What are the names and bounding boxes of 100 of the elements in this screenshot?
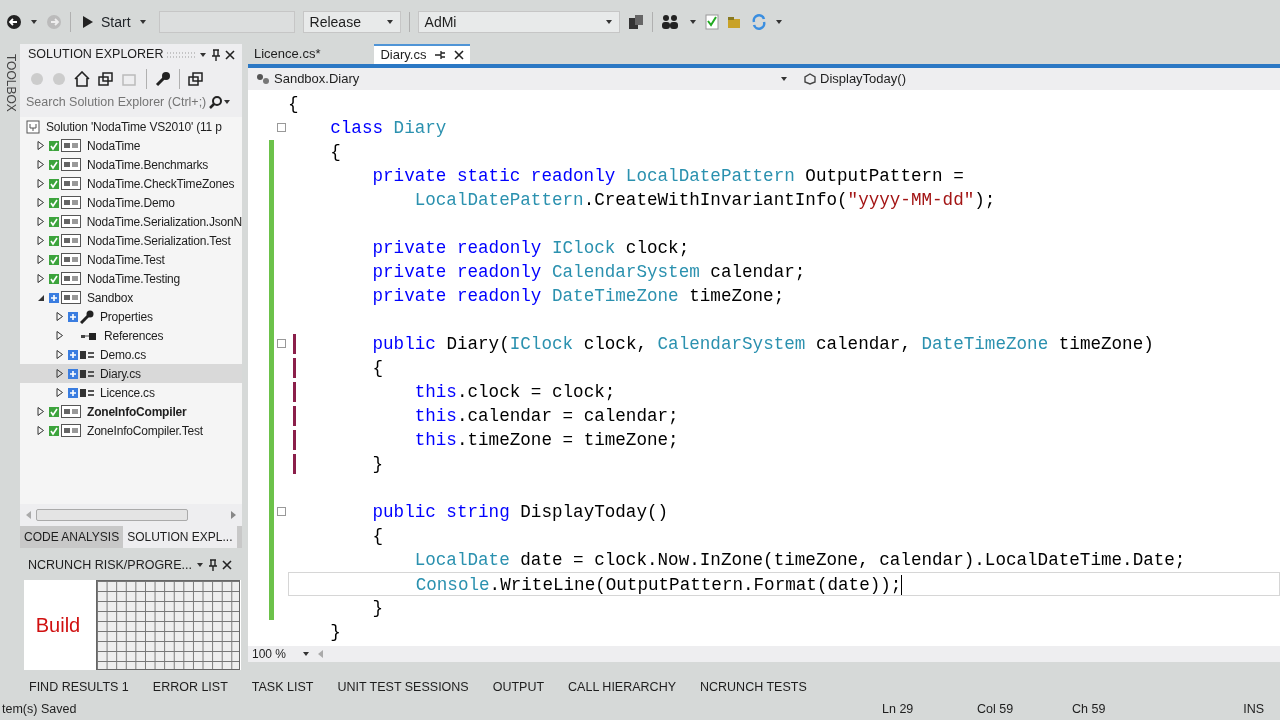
configuration-combo[interactable]: Release	[302, 11, 401, 33]
collapsed-arrow-icon[interactable]	[56, 369, 64, 378]
status-column: Col 59	[977, 699, 1072, 719]
collapsed-arrow-icon[interactable]	[37, 160, 45, 169]
tool-window-tab[interactable]: FIND RESULTS 1	[29, 677, 129, 697]
tree-item[interactable]: NodaTime	[20, 136, 242, 155]
windows-icon[interactable]	[98, 71, 114, 86]
code-line: this.calendar = calendar;	[413, 405, 679, 428]
collapsed-arrow-icon[interactable]	[56, 388, 64, 397]
play-icon	[83, 16, 93, 28]
close-icon[interactable]	[225, 49, 236, 60]
caret-icon	[302, 650, 311, 658]
tree-item[interactable]: Diary.cs	[20, 364, 242, 383]
collapsed-arrow-icon[interactable]	[56, 350, 64, 359]
tree-item[interactable]: NodaTime.Test	[20, 250, 242, 269]
platform-combo[interactable]: AdMi	[417, 11, 620, 33]
code-line: this.timeZone = timeZone;	[413, 429, 679, 452]
zoom-dropdown[interactable]: 100 %	[252, 645, 311, 663]
collapsed-arrow-icon[interactable]	[36, 217, 45, 226]
tree-item[interactable]: NodaTime.Serialization.Test	[20, 231, 242, 250]
project-icon	[61, 253, 81, 266]
tree-item[interactable]: NodaTime.Benchmarks	[20, 155, 242, 174]
collapsed-arrow-icon[interactable]	[37, 141, 45, 150]
insert-mode: INS	[1243, 700, 1264, 718]
code-line: private readonly DateTimeZone timeZone;	[371, 285, 785, 308]
member-dropdown[interactable]: DisplayToday()	[796, 68, 914, 90]
project-icon	[61, 405, 81, 418]
collapsed-arrow-icon[interactable]	[37, 407, 45, 416]
collapsed-arrow-icon[interactable]	[37, 426, 45, 435]
collapsed-arrow-icon[interactable]	[37, 274, 45, 283]
editor-tab[interactable]: Licence.cs*	[248, 44, 327, 64]
scrollbar-thumb[interactable]	[36, 509, 188, 522]
back-icon[interactable]	[6, 14, 22, 30]
tool-window-tab[interactable]: UNIT TEST SESSIONS	[337, 677, 469, 697]
collapsed-arrow-icon[interactable]	[37, 179, 45, 188]
code-line: this.clock = clock;	[413, 381, 616, 404]
caret-icon	[780, 75, 788, 83]
text-cursor	[901, 575, 903, 596]
pin-icon[interactable]	[434, 50, 447, 60]
project-icon	[61, 158, 81, 171]
collapse-toggle[interactable]	[277, 339, 286, 348]
caret-icon	[385, 18, 394, 26]
dropdown-caret-icon[interactable]	[30, 18, 38, 26]
collapse-toggle[interactable]	[277, 507, 286, 516]
collapsed-arrow-icon[interactable]	[56, 312, 64, 321]
tool-window-tab[interactable]: CALL HIERARCHY	[568, 677, 676, 697]
tree-item[interactable]: NodaTime.Testing	[20, 269, 242, 288]
tree-item[interactable]: Sandbox	[20, 288, 242, 307]
dropdown-caret-icon[interactable]	[774, 18, 783, 26]
code-line: {	[329, 141, 341, 164]
code-line: }	[371, 453, 384, 476]
close-icon[interactable]	[221, 560, 232, 570]
tool-window-tab[interactable]: ERROR LIST	[152, 677, 228, 697]
code-line: private static readonly LocalDatePattern OutputPattern =	[371, 165, 964, 188]
tree-item[interactable]: Solution 'NodaTime VS2010' (11 p	[20, 117, 242, 136]
project-icon	[61, 177, 81, 190]
windows-icon[interactable]	[188, 71, 204, 86]
code-line: public string DisplayToday()	[371, 501, 669, 524]
editor-tab[interactable]: Diary.cs	[374, 44, 471, 64]
tree-item[interactable]: Properties	[20, 307, 242, 326]
home-icon[interactable]	[74, 70, 90, 87]
wrench-icon[interactable]	[155, 70, 171, 87]
tree-item[interactable]: NodaTime.Demo	[20, 193, 242, 212]
project-icon	[61, 139, 81, 152]
tree-item[interactable]: NodaTime.Serialization.JsonN	[20, 212, 242, 231]
tree-item[interactable]: NodaTime.CheckTimeZones	[20, 174, 242, 193]
collapsed-arrow-icon[interactable]	[56, 331, 64, 340]
collapsed-arrow-icon[interactable]	[37, 198, 45, 207]
project-icon	[61, 291, 81, 304]
tool-window-tab[interactable]: OUTPUT	[492, 677, 545, 697]
toolbox-tab[interactable]: TOOLBOX	[0, 44, 20, 672]
folder-icon[interactable]	[726, 14, 743, 30]
collapsed-arrow-icon[interactable]	[37, 255, 45, 264]
tool-window-tab[interactable]: NCRUNCH TESTS	[700, 677, 807, 697]
dropdown-caret-icon[interactable]	[195, 561, 204, 569]
expanded-arrow-icon[interactable]	[37, 293, 45, 302]
type-dropdown[interactable]: Sandbox.Diary	[248, 68, 796, 90]
tree-item[interactable]: Licence.cs	[20, 383, 242, 402]
search-icon[interactable]	[209, 95, 223, 110]
pin-icon[interactable]	[211, 48, 222, 61]
panel-title: NCRUNCH RISK/PROGRE...	[28, 556, 192, 574]
pin-icon[interactable]	[207, 559, 218, 571]
collapse-toggle[interactable]	[277, 123, 286, 132]
scroll-right-icon[interactable]	[230, 511, 236, 520]
close-icon[interactable]	[454, 50, 465, 60]
start-button[interactable]: Start	[79, 11, 151, 33]
people-icon[interactable]	[660, 14, 681, 30]
dropdown-caret-icon[interactable]	[688, 18, 697, 26]
code-line: {	[371, 357, 384, 380]
panel-tab[interactable]: SOLUTION EXPL...	[123, 526, 237, 548]
search-field[interactable]: Search Solution Explorer (Ctrl+;)	[24, 91, 209, 113]
collapsed-arrow-icon[interactable]	[37, 236, 45, 245]
code-line: LocalDate date = clock.Now.InZone(timeZone, calendar).LocalDateTime.Date;	[413, 549, 1186, 572]
tree-item[interactable]: ZoneInfoCompiler.Test	[20, 421, 242, 440]
tree-item[interactable]: Demo.cs	[20, 345, 242, 364]
checklist-icon[interactable]	[704, 14, 719, 30]
dropdown-caret-icon[interactable]	[199, 50, 208, 59]
tree-item[interactable]: ZoneInfoCompiler	[20, 402, 242, 421]
tree-item[interactable]: References	[20, 326, 242, 345]
tool-window-tab[interactable]: TASK LIST	[251, 677, 314, 697]
